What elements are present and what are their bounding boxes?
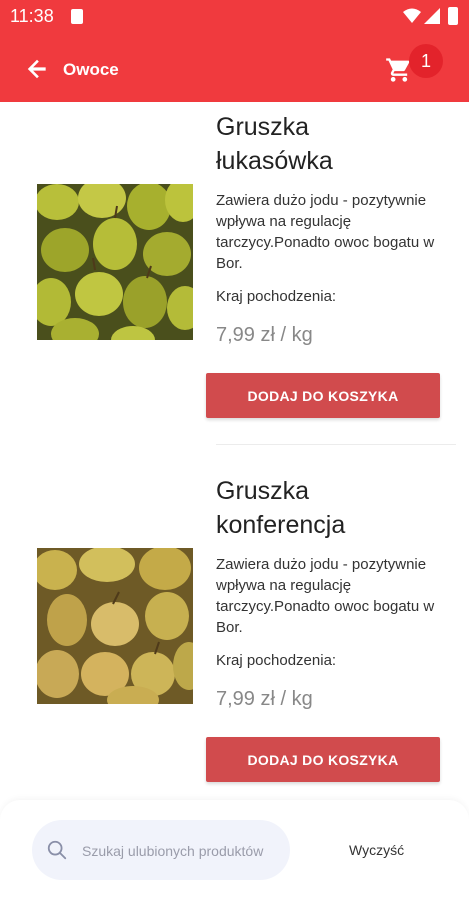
product-description: Zawiera dużo jodu - pozytywnie wpływa na… — [216, 192, 435, 272]
product-card: Gruszka łukasówka Zawiera dużo jodu - po… — [0, 102, 469, 448]
battery-icon — [448, 7, 458, 25]
page-title: Owoce — [63, 60, 119, 79]
cart-count-badge[interactable]: 1 — [409, 44, 443, 78]
clear-button[interactable]: Wyczyść — [349, 842, 404, 858]
back-arrow-icon[interactable] — [24, 56, 50, 82]
product-name: Gruszka konferencja — [216, 477, 346, 539]
product-card: Gruszka konferencja Zawiera dużo jodu - … — [0, 466, 469, 796]
product-name: Gruszka łukasówka — [216, 113, 333, 175]
sim-icon — [71, 9, 83, 24]
product-origin-label: Kraj pochodzenia: — [216, 288, 337, 305]
product-image — [37, 548, 193, 704]
search-input[interactable] — [80, 838, 284, 864]
status-bar: 11:38 — [0, 0, 469, 34]
product-price: 7,99 zł / kg — [216, 688, 313, 710]
wifi-icon — [403, 8, 421, 23]
app-bar: 11:38 Owoce 1 — [0, 0, 469, 102]
divider — [216, 444, 456, 445]
search-box[interactable] — [32, 820, 290, 880]
product-description: Zawiera dużo jodu - pozytywnie wpływa na… — [216, 556, 435, 636]
add-to-cart-button[interactable]: DODAJ DO KOSZYKA — [206, 373, 440, 418]
product-image — [37, 184, 193, 340]
search-icon — [47, 840, 67, 860]
status-time: 11:38 — [10, 6, 54, 26]
add-to-cart-button[interactable]: DODAJ DO KOSZYKA — [206, 737, 440, 782]
product-price: 7,99 zł / kg — [216, 324, 313, 346]
signal-icon — [424, 8, 440, 24]
product-origin-label: Kraj pochodzenia: — [216, 652, 337, 669]
